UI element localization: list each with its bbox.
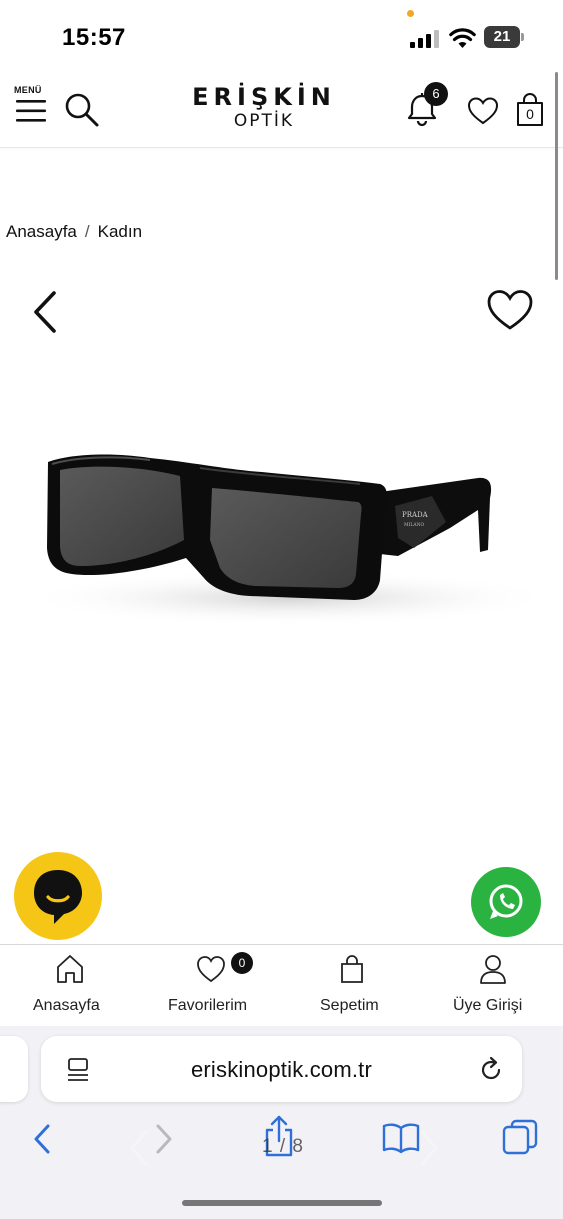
nav-item-favorites[interactable]: Favorilerim [160, 945, 270, 1027]
cart-count: 0 [526, 106, 534, 122]
reload-icon[interactable] [478, 1056, 504, 1084]
wifi-icon [449, 28, 476, 48]
nav-item-cart[interactable]: Sepetim [310, 945, 400, 1027]
site-logo[interactable]: ERİŞKİN OPTİK [178, 84, 350, 132]
breadcrumb-home[interactable]: Anasayfa [6, 222, 77, 241]
product-favorite-icon[interactable] [486, 288, 534, 332]
notification-badge: 6 [424, 82, 448, 106]
battery-icon: 21 [484, 26, 524, 48]
nav-label-favorites: Favorilerim [168, 997, 248, 1014]
status-time: 15:57 [62, 24, 126, 51]
forward-icon [156, 1124, 172, 1154]
bookmarks-icon[interactable] [382, 1122, 420, 1154]
nav-label-login: Üye Girişi [453, 997, 523, 1014]
breadcrumb-separator: / [84, 222, 90, 241]
logo-main-text: ERİŞKİN [192, 83, 336, 111]
page-scrollbar[interactable] [555, 72, 558, 280]
favorites-badge: 0 [231, 952, 253, 974]
privacy-indicator-dot [407, 10, 414, 17]
chat-button[interactable] [14, 852, 102, 940]
right-lens [210, 488, 362, 588]
menu-icon[interactable] [16, 98, 46, 124]
bottom-nav: Anasayfa Favorilerim Sepetim Üye Girişi [0, 944, 563, 1026]
ghost-forward-chevron-icon [420, 1130, 438, 1166]
previous-tab-preview[interactable] [0, 1036, 28, 1102]
heart-icon [197, 956, 225, 983]
whatsapp-icon [489, 884, 523, 919]
search-icon[interactable] [64, 92, 100, 128]
temple-brand-text: PRADA [402, 511, 429, 519]
breadcrumb-category[interactable]: Kadın [98, 222, 142, 241]
breadcrumb: Anasayfa / Kadın [6, 222, 142, 242]
page-menu-icon[interactable] [66, 1057, 90, 1083]
back-icon[interactable] [30, 1122, 54, 1156]
status-bar: 15:57 21 [0, 0, 563, 70]
logo-sub-text: OPTİK [233, 111, 295, 131]
back-arrow-icon[interactable] [30, 290, 62, 334]
user-icon [480, 955, 506, 984]
nav-item-login[interactable]: Üye Girişi [445, 945, 545, 1027]
product-image[interactable]: PRADA MILANO [0, 420, 563, 670]
signal-icon [410, 30, 439, 48]
nav-item-home[interactable]: Anasayfa [20, 945, 120, 1027]
battery-cap [521, 33, 524, 41]
heart-icon[interactable] [467, 96, 499, 126]
tabs-icon[interactable] [501, 1118, 539, 1156]
temple-sub-text: MILANO [404, 522, 425, 528]
bag-icon [341, 955, 363, 983]
menu-label: MENÜ [14, 85, 42, 95]
chat-bubble-icon [34, 870, 82, 924]
site-header: MENÜ ERİŞKİN OPTİK 6 0 [0, 70, 563, 148]
home-indicator[interactable] [182, 1200, 382, 1206]
nav-label-home: Anasayfa [33, 997, 100, 1014]
page-counter: 1 / 8 [262, 1136, 304, 1157]
url-text[interactable]: eriskinoptik.com.tr [140, 1057, 423, 1083]
home-icon [57, 955, 83, 983]
whatsapp-button[interactable] [471, 867, 541, 937]
battery-level: 21 [484, 26, 520, 48]
nav-label-cart: Sepetim [320, 997, 379, 1014]
ghost-back-chevron-icon [130, 1130, 148, 1166]
